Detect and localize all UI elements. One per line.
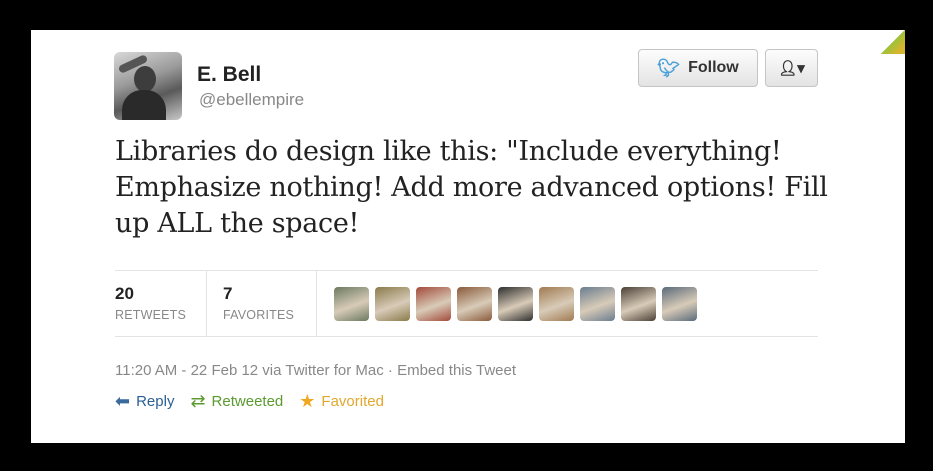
favoriter-avatar[interactable] [662,287,697,321]
tweet-card: E. Bell @ebellempire 🐦︎ Follow 👤︎▾ Libra… [31,30,905,443]
favoriter-avatar[interactable] [334,287,369,321]
avatar[interactable] [114,52,182,120]
reply-icon: ⬅︎ [115,391,131,411]
twitter-bird-icon: 🐦︎ [657,57,681,78]
favorited-button[interactable]: ★ Favorited [299,391,384,412]
meta-separator: · [383,362,398,379]
retweeted-button[interactable]: ⇄ Retweeted [190,391,283,412]
retweets-count: 20 [115,284,134,303]
divider [115,336,818,337]
user-name[interactable]: E. Bell [197,63,261,87]
favoriter-avatar[interactable] [498,287,533,321]
star-icon: ★ [299,391,316,411]
user-menu-button[interactable]: 👤︎▾ [765,49,818,87]
reply-button[interactable]: ⬅︎ Reply [115,391,174,412]
favoriter-avatar[interactable] [416,287,451,321]
divider [206,270,207,336]
retweets-label: RETWEETS [115,308,187,322]
tweet-meta: 11:20 AM - 22 Feb 12 via Twitter for Mac… [115,362,516,379]
follow-button-label: Follow [688,59,739,76]
retweet-icon: ⇄ [190,391,206,411]
tweet-actions: ⬅︎ Reply ⇄ Retweeted ★ Favorited [115,391,400,412]
corner-decoration [881,30,905,54]
timestamp[interactable]: 11:20 AM - 22 Feb 12 via Twitter for Mac [115,362,384,379]
tweet-text: Libraries do design like this: "Include … [115,136,828,239]
favoriters-list [334,287,697,321]
divider [115,270,818,271]
follow-button[interactable]: 🐦︎ Follow [638,49,758,87]
retweeted-label: Retweeted [211,393,284,410]
favorites-stat[interactable]: 7 FAVORITES [223,284,294,322]
retweets-stat[interactable]: 20 RETWEETS [115,284,186,322]
user-handle[interactable]: @ebellempire [199,90,304,110]
embed-link[interactable]: Embed this Tweet [397,362,516,379]
divider [316,270,317,336]
favoriter-avatar[interactable] [580,287,615,321]
favoriter-avatar[interactable] [375,287,410,321]
favorited-label: Favorited [321,393,384,410]
favorites-label: FAVORITES [223,308,295,322]
reply-label: Reply [136,393,175,410]
favorites-count: 7 [223,284,233,303]
favoriter-avatar[interactable] [621,287,656,321]
favoriter-avatar[interactable] [539,287,574,321]
favoriter-avatar[interactable] [457,287,492,321]
user-dropdown-icon: 👤︎▾ [778,60,805,77]
